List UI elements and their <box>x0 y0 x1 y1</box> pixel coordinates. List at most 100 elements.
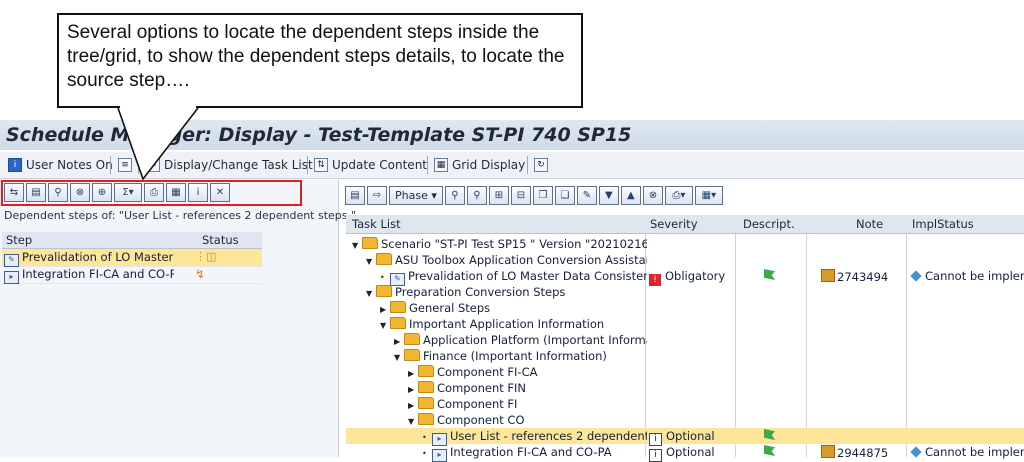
find-step-button[interactable]: ⚲ <box>444 186 465 205</box>
tree-row[interactable]: • ✎ Prevalidation of LO Master Data Consis… <box>346 268 1024 286</box>
paste-button[interactable]: ❏ <box>554 186 575 205</box>
expand-triangle-icon[interactable]: ▶ <box>380 305 390 314</box>
tree-row[interactable]: ▼ ASU Toolbox Application Conversion Assi… <box>346 252 1024 268</box>
copy-button[interactable]: ❐ <box>532 186 553 205</box>
description-flag-icon[interactable] <box>764 445 775 456</box>
dependent-step-name: Prevalidation of LO Master Dat <box>22 250 174 264</box>
find-binoculars-button[interactable]: ⊗ <box>642 186 663 205</box>
folder-icon <box>404 333 420 345</box>
tree-row[interactable]: ▶ Component FI <box>346 396 1024 412</box>
tree-row[interactable]: ▼ Component CO <box>346 412 1024 428</box>
filter-icon: ▼ <box>605 190 613 201</box>
layout-icon: ▦▾ <box>701 190 717 201</box>
dependent-steps-header: Step Status <box>2 232 262 249</box>
navigate-icon: ⇨ <box>372 190 382 201</box>
collapse-triangle-icon[interactable]: ▼ <box>394 353 404 362</box>
severity-value: Optional <box>666 429 715 443</box>
sap-note-icon <box>821 269 835 282</box>
collapse-triangle-icon[interactable]: ▼ <box>408 417 418 426</box>
note-link[interactable]: 2944875 <box>837 446 888 460</box>
impl-status-icon <box>910 446 922 458</box>
tree-row-label: Component FI-CA <box>437 365 538 379</box>
column-impl-status[interactable]: ImplStatus <box>912 217 974 231</box>
tree-row-label: Prevalidation of LO Master Data Consiste… <box>408 269 647 283</box>
info-icon: i <box>8 158 22 172</box>
sort-button[interactable]: ▲ <box>620 186 641 205</box>
layout-menu-button[interactable]: ▦▾ <box>694 186 723 205</box>
status-warning-icon: ↯ <box>195 267 206 281</box>
tree-row[interactable]: ▶ General Steps <box>346 300 1024 316</box>
edit-button[interactable]: ✎ <box>576 186 597 205</box>
description-flag-icon[interactable] <box>764 429 775 440</box>
info-icon: i <box>649 449 662 462</box>
dependent-steps-label: Dependent steps of: "User List - referen… <box>4 209 357 222</box>
expand-triangle-icon[interactable]: ▶ <box>408 385 418 394</box>
bullet-icon: • <box>422 433 427 442</box>
toolbar-separator <box>138 156 139 174</box>
tree-row[interactable]: ▼ Preparation Conversion Steps <box>346 284 1024 300</box>
glasses-pencil-icon: ✎ <box>146 158 160 172</box>
collapse-all-button[interactable]: ⊟ <box>510 186 531 205</box>
user-notes-label: User Notes On <box>26 158 113 172</box>
display-change-button[interactable]: ✎ Display/Change Task List <box>146 155 313 175</box>
grid-display-label: Grid Display <box>452 158 526 172</box>
sap-note-icon <box>821 445 835 458</box>
expand-triangle-icon[interactable]: ▶ <box>408 369 418 378</box>
expand-button[interactable]: ▤ <box>345 186 365 205</box>
print-menu-button[interactable]: ⎙▾ <box>664 186 693 205</box>
phase-label: Phase <box>395 189 428 202</box>
folder-icon <box>418 381 434 393</box>
column-descript[interactable]: Descript. <box>743 217 795 231</box>
update-content-button[interactable]: ⇅ Update Content <box>314 155 427 175</box>
column-step[interactable]: Step <box>6 233 32 247</box>
list-view-button[interactable]: ≡ <box>118 155 132 175</box>
tree-row-selected[interactable]: • ▸ User List - references 2 dependent st … <box>346 428 1024 446</box>
tree-row[interactable]: ▼ Finance (Important Information) <box>346 348 1024 364</box>
sort-icon: ▲ <box>627 190 635 201</box>
folder-icon <box>418 397 434 409</box>
navigate-button[interactable]: ⇨ <box>367 186 387 205</box>
tree-row[interactable]: ▶ Component FI-CA <box>346 364 1024 380</box>
tree-row[interactable]: ▶ Application Platform (Important Informa… <box>346 332 1024 348</box>
refresh-button[interactable]: ↻ <box>534 155 548 175</box>
tree-row[interactable]: • ▸ Integration FI-CA and CO-PA i Optional … <box>346 444 1024 462</box>
dependent-step-row[interactable]: ▸ Integration FI-CA and CO-PA ↯ <box>2 266 262 284</box>
step-task-icon: ▸ <box>432 449 447 462</box>
search-button[interactable]: ⚲ <box>466 186 487 205</box>
tree-row-label: Scenario "ST-PI Test SP15 " Version "202… <box>381 237 647 251</box>
magnifier-icon: ⚲ <box>473 190 481 201</box>
filter-button[interactable]: ▼ <box>598 186 619 205</box>
user-notes-button[interactable]: i User Notes On <box>8 155 113 175</box>
expand-triangle-icon[interactable]: ▶ <box>394 337 404 346</box>
description-flag-icon[interactable] <box>764 269 775 280</box>
toolbar-separator <box>307 156 308 174</box>
collapse-triangle-icon[interactable]: ▼ <box>352 241 362 250</box>
column-severity[interactable]: Severity <box>650 217 698 231</box>
tree-row[interactable]: ▼ Scenario "ST-PI Test SP15 " Version "20… <box>346 236 1024 252</box>
collapse-triangle-icon[interactable]: ▼ <box>380 321 390 330</box>
tree-row[interactable]: ▶ Component FIN <box>346 380 1024 396</box>
folder-open-icon <box>376 253 392 265</box>
dependent-step-row[interactable]: ✎Prevalidation of LO Master Dat ⋮◫ <box>2 249 262 267</box>
update-icon: ⇅ <box>314 158 328 172</box>
column-status[interactable]: Status <box>202 233 239 247</box>
collapse-triangle-icon[interactable]: ▼ <box>366 289 376 298</box>
highlight-frame <box>1 180 302 206</box>
grid-display-button[interactable]: ▦ Grid Display <box>434 155 525 175</box>
folder-open-icon <box>390 317 406 329</box>
tree-row-label: Important Application Information <box>409 317 605 331</box>
collapse-triangle-icon[interactable]: ▼ <box>366 257 376 266</box>
impl-status-icon <box>910 270 922 282</box>
pencil-icon: ✎ <box>582 190 592 201</box>
task-list-header: Task List Severity Descript. Note ImplSt… <box>346 215 1024 234</box>
severity-value: Obligatory <box>665 269 726 283</box>
expand-all-button[interactable]: ⊞ <box>488 186 509 205</box>
column-task-list[interactable]: Task List <box>352 217 401 231</box>
column-note[interactable]: Note <box>856 217 883 231</box>
tree-row-label: Finance (Important Information) <box>423 349 607 363</box>
phase-dropdown[interactable]: Phase ▾ <box>389 186 443 205</box>
folder-open-icon <box>376 285 392 297</box>
tree-row[interactable]: ▼ Important Application Information <box>346 316 1024 332</box>
note-link[interactable]: 2743494 <box>837 270 888 284</box>
expand-triangle-icon[interactable]: ▶ <box>408 401 418 410</box>
